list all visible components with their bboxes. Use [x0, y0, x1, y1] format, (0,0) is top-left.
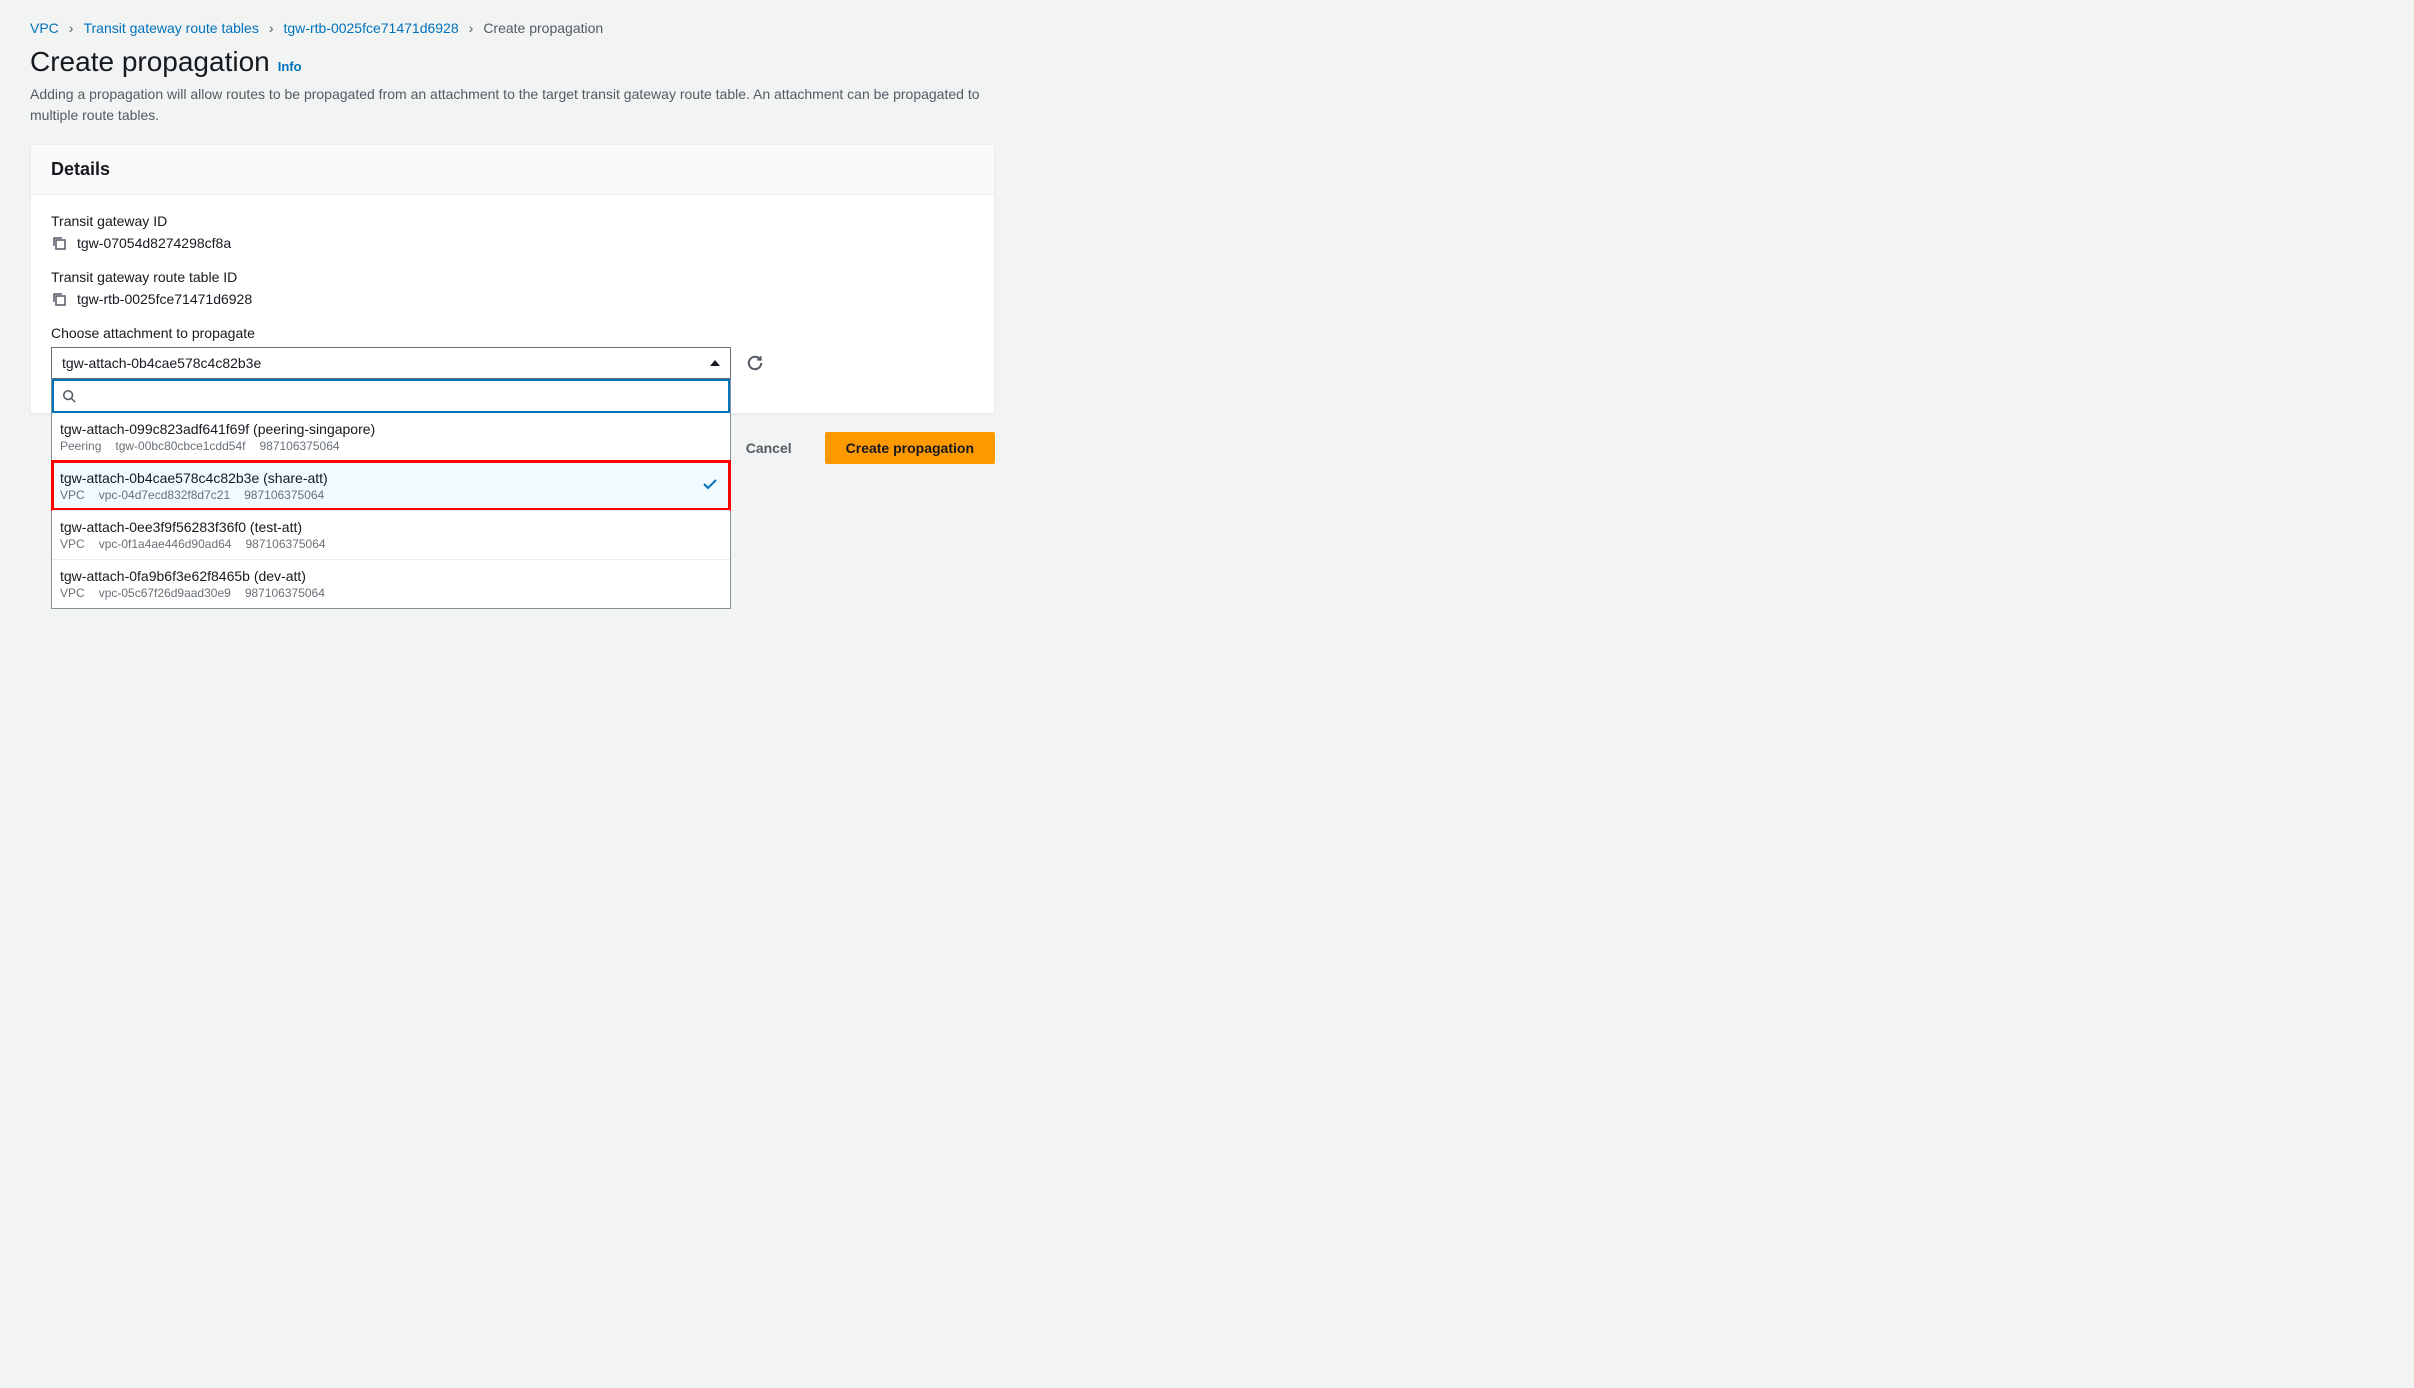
rtb-id-value: tgw-rtb-0025fce71471d6928 — [77, 291, 252, 307]
attachment-dropdown: tgw-attach-099c823adf641f69f (peering-si… — [51, 379, 731, 609]
chevron-right-icon: › — [269, 20, 274, 36]
check-icon — [702, 476, 718, 492]
page-description: Adding a propagation will allow routes t… — [30, 84, 990, 126]
option-title: tgw-attach-0ee3f9f56283f36f0 (test-att) — [60, 519, 718, 535]
details-panel: Details Transit gateway ID tgw-07054d827… — [30, 144, 995, 414]
dropdown-option[interactable]: tgw-attach-099c823adf641f69f (peering-si… — [52, 413, 730, 461]
breadcrumb: VPC › Transit gateway route tables › tgw… — [30, 20, 2384, 36]
chevron-right-icon: › — [469, 20, 474, 36]
dropdown-search-input[interactable] — [82, 388, 720, 404]
attachment-select[interactable]: tgw-attach-0b4cae578c4c82b3e — [51, 347, 731, 379]
create-propagation-button[interactable]: Create propagation — [825, 432, 995, 464]
breadcrumb-link-vpc[interactable]: VPC — [30, 20, 59, 36]
breadcrumb-link-table-id[interactable]: tgw-rtb-0025fce71471d6928 — [284, 20, 459, 36]
choose-attachment-label: Choose attachment to propagate — [51, 325, 974, 341]
rtb-id-label: Transit gateway route table ID — [51, 269, 974, 285]
refresh-button[interactable] — [743, 351, 767, 375]
details-heading: Details — [51, 159, 974, 180]
page-title: Create propagation — [30, 46, 270, 78]
breadcrumb-current: Create propagation — [483, 20, 603, 36]
dropdown-option[interactable]: tgw-attach-0b4cae578c4c82b3e (share-att)… — [52, 461, 730, 510]
option-meta: VPCvpc-05c67f26d9aad30e9987106375064 — [60, 586, 718, 600]
dropdown-option[interactable]: tgw-attach-0fa9b6f3e62f8465b (dev-att) VP… — [52, 559, 730, 608]
option-meta: VPCvpc-04d7ecd832f8d7c21987106375064 — [60, 488, 718, 502]
cancel-button[interactable]: Cancel — [725, 432, 813, 464]
option-title: tgw-attach-099c823adf641f69f (peering-si… — [60, 421, 718, 437]
option-title: tgw-attach-0fa9b6f3e62f8465b (dev-att) — [60, 568, 718, 584]
dropdown-search[interactable] — [52, 379, 730, 413]
refresh-icon — [746, 354, 764, 372]
dropdown-option[interactable]: tgw-attach-0ee3f9f56283f36f0 (test-att) V… — [52, 510, 730, 559]
copy-icon[interactable] — [51, 291, 67, 307]
attachment-select-value: tgw-attach-0b4cae578c4c82b3e — [62, 355, 261, 371]
info-link[interactable]: Info — [278, 59, 302, 74]
chevron-right-icon: › — [69, 20, 74, 36]
option-meta: Peeringtgw-00bc80cbce1cdd54f987106375064 — [60, 439, 718, 453]
search-icon — [62, 389, 76, 403]
tgw-id-label: Transit gateway ID — [51, 213, 974, 229]
caret-up-icon — [710, 360, 720, 366]
panel-header: Details — [31, 145, 994, 195]
option-meta: VPCvpc-0f1a4ae446d90ad64987106375064 — [60, 537, 718, 551]
copy-icon[interactable] — [51, 235, 67, 251]
breadcrumb-link-route-tables[interactable]: Transit gateway route tables — [83, 20, 258, 36]
tgw-id-value: tgw-07054d8274298cf8a — [77, 235, 231, 251]
option-title: tgw-attach-0b4cae578c4c82b3e (share-att) — [60, 470, 718, 486]
